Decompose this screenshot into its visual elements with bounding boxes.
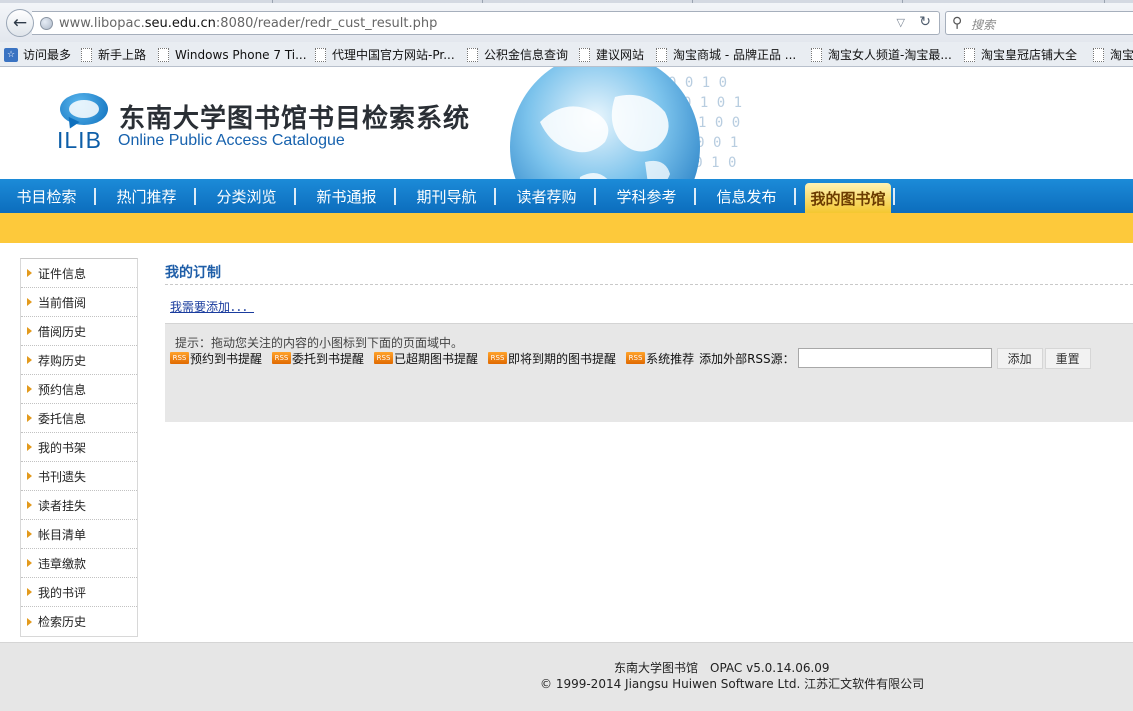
most-visited-icon: ☆ xyxy=(4,47,18,62)
search-icon: ⚲ xyxy=(952,15,963,31)
sidebar-item-my-bookshelf[interactable]: 我的书架 xyxy=(21,433,137,462)
sidebar-item-delegations[interactable]: 委托信息 xyxy=(21,404,137,433)
page-title: 我的订制 xyxy=(165,265,221,281)
footer-version: 东南大学图书馆 OPAC v5.0.14.06.09 xyxy=(614,661,830,675)
bullet-arrow-icon xyxy=(27,530,32,538)
bullet-arrow-icon xyxy=(27,356,32,364)
browser-search-input[interactable]: ⚲ 搜索 xyxy=(945,11,1133,35)
nav-item-catalog-search[interactable]: 书目检索 xyxy=(10,179,83,213)
bullet-arrow-icon xyxy=(27,443,32,451)
nav-item-category-browse[interactable]: 分类浏览 xyxy=(210,179,283,213)
page-icon xyxy=(81,47,92,62)
bookmark-item[interactable]: 代理中国官方网站-Pr... xyxy=(315,46,455,63)
bookmark-most-visited[interactable]: ☆ 访问最多 xyxy=(4,46,71,63)
sidebar-item-loan-history[interactable]: 借阅历史 xyxy=(21,317,137,346)
page-icon xyxy=(467,47,478,62)
feed-reservation-arrival[interactable]: 预约到书提醒 xyxy=(190,350,262,367)
site-header: 0 1 0 1 0 1 1 0 0 1 0 1 0 0 1 0 1 0 0 1 … xyxy=(0,67,1133,179)
url-dropdown-icon[interactable]: ▽ xyxy=(897,16,905,29)
bookmarks-toolbar: ☆ 访问最多 新手上路 Windows Phone 7 Ti... 代理中国官方网… xyxy=(0,42,1133,67)
bullet-arrow-icon xyxy=(27,559,32,567)
page-icon xyxy=(158,47,169,62)
rss-icon[interactable]: RSS xyxy=(488,352,508,364)
title-divider xyxy=(165,284,1133,285)
feed-system-recommend[interactable]: 系统推荐 xyxy=(646,350,694,367)
external-rss-label: 添加外部RSS源： xyxy=(699,351,795,366)
bullet-arrow-icon xyxy=(27,385,32,393)
reset-button[interactable]: 重置 xyxy=(1044,347,1091,369)
nav-item-subject-reference[interactable]: 学科参考 xyxy=(610,179,683,213)
bullet-arrow-icon xyxy=(27,472,32,480)
nav-item-journals[interactable]: 期刊导航 xyxy=(410,179,483,213)
sidebar-menu: 证件信息 当前借阅 借阅历史 荐购历史 预约信息 委托信息 我的书架 书刊遗失 … xyxy=(20,258,138,637)
rss-icon[interactable]: RSS xyxy=(170,352,189,364)
nav-item-reader-recommend[interactable]: 读者荐购 xyxy=(510,179,583,213)
bullet-arrow-icon xyxy=(27,588,32,596)
bullet-arrow-icon xyxy=(27,414,32,422)
nav-item-my-library[interactable]: 我的图书馆 xyxy=(805,183,891,213)
page-icon xyxy=(964,47,975,62)
feed-overdue[interactable]: 已超期图书提醒 xyxy=(394,350,478,367)
bookmark-item[interactable]: 淘宝皇冠店铺大全 xyxy=(964,46,1077,63)
external-rss-input[interactable] xyxy=(797,348,992,368)
ilib-logo-icon xyxy=(60,93,108,125)
bookmark-item[interactable]: 建议网站 xyxy=(579,46,644,63)
bullet-arrow-icon xyxy=(27,617,32,626)
browser-toolbar: www.libopac.seu.edu.cn:8080/reader/redr_… xyxy=(0,0,1133,42)
bookmark-item[interactable]: 淘宝女人频道-淘宝最... xyxy=(811,46,952,63)
page-icon xyxy=(315,47,326,62)
sidebar-item-fines[interactable]: 违章缴款 xyxy=(21,549,137,578)
sidebar-item-my-reviews[interactable]: 我的书评 xyxy=(21,578,137,607)
bookmark-item[interactable]: 新手上路 xyxy=(81,46,146,63)
page-icon xyxy=(656,47,667,62)
site-identity-icon[interactable] xyxy=(40,17,53,30)
sidebar-item-current-loans[interactable]: 当前借阅 xyxy=(21,288,137,317)
rss-feed-row: RSS 预约到书提醒 RSS 委托到书提醒 RSS 已超期图书提醒 RSS 即将到期的图… xyxy=(170,347,1091,369)
feed-due-soon[interactable]: 即将到期的图书提醒 xyxy=(508,350,616,367)
subnav-band xyxy=(0,213,1133,243)
bookmark-item[interactable]: 淘宝 xyxy=(1093,46,1133,63)
sidebar-item-account-list[interactable]: 帐目清单 xyxy=(21,520,137,549)
nav-item-hot-recommend[interactable]: 热门推荐 xyxy=(110,179,183,213)
url-text: www.libopac.seu.edu.cn:8080/reader/redr_… xyxy=(59,16,438,31)
sidebar-item-card-info[interactable]: 证件信息 xyxy=(21,259,137,288)
nav-item-announcements[interactable]: 信息发布 xyxy=(710,179,783,213)
feed-delegation-arrival[interactable]: 委托到书提醒 xyxy=(292,350,364,367)
footer-copyright: © 1999-2014 Jiangsu Huiwen Software Ltd.… xyxy=(540,677,925,691)
rss-icon[interactable]: RSS xyxy=(272,352,292,364)
bookmark-item[interactable]: 淘宝商城 - 品牌正品 ... xyxy=(656,46,796,63)
reload-icon[interactable]: ↻ xyxy=(919,14,931,30)
nav-item-new-books[interactable]: 新书通报 xyxy=(310,179,383,213)
rss-icon[interactable]: RSS xyxy=(626,352,646,364)
bullet-arrow-icon xyxy=(27,269,32,277)
tab-strip xyxy=(0,0,1133,3)
site-title: 东南大学图书馆书目检索系统 xyxy=(119,104,471,134)
sidebar-item-report-loss[interactable]: 读者挂失 xyxy=(21,491,137,520)
subscription-panel: 提示：拖动您关注的内容的小图标到下面的页面域中。 RSS 预约到书提醒 RSS 委托… xyxy=(165,323,1133,422)
sidebar-item-search-history[interactable]: 检索历史 xyxy=(21,607,137,636)
bullet-arrow-icon xyxy=(27,501,32,509)
rss-icon[interactable]: RSS xyxy=(374,352,394,364)
site-subtitle: Online Public Access Catalogue xyxy=(118,132,345,149)
add-subscription-link[interactable]: 我需要添加．．． xyxy=(170,298,254,315)
page-icon xyxy=(811,47,822,62)
sidebar-item-reservations[interactable]: 预约信息 xyxy=(21,375,137,404)
sidebar-item-lost-books[interactable]: 书刊遗失 xyxy=(21,462,137,491)
back-arrow-icon: ← xyxy=(12,12,28,33)
page-icon xyxy=(1093,47,1104,62)
page-icon xyxy=(579,47,590,62)
ilib-logo-text: ILIB xyxy=(57,127,102,153)
add-button[interactable]: 添加 xyxy=(996,347,1043,369)
sidebar-item-recommend-history[interactable]: 荐购历史 xyxy=(21,346,137,375)
bookmark-item[interactable]: 公积金信息查询 xyxy=(467,46,568,63)
address-bar[interactable]: www.libopac.seu.edu.cn:8080/reader/redr_… xyxy=(32,11,940,35)
bullet-arrow-icon xyxy=(27,298,32,306)
footer: 东南大学图书馆 OPAC v5.0.14.06.09 © 1999-2014 J… xyxy=(0,642,1133,711)
search-placeholder: 搜索 xyxy=(971,18,996,32)
main-nav: 书目检索 热门推荐 分类浏览 新书通报 期刊导航 读者荐购 学科参考 信息发布 … xyxy=(0,179,1133,213)
bookmark-item[interactable]: Windows Phone 7 Ti... xyxy=(158,46,307,63)
bullet-arrow-icon xyxy=(27,327,32,335)
back-button[interactable]: ← xyxy=(6,9,34,37)
